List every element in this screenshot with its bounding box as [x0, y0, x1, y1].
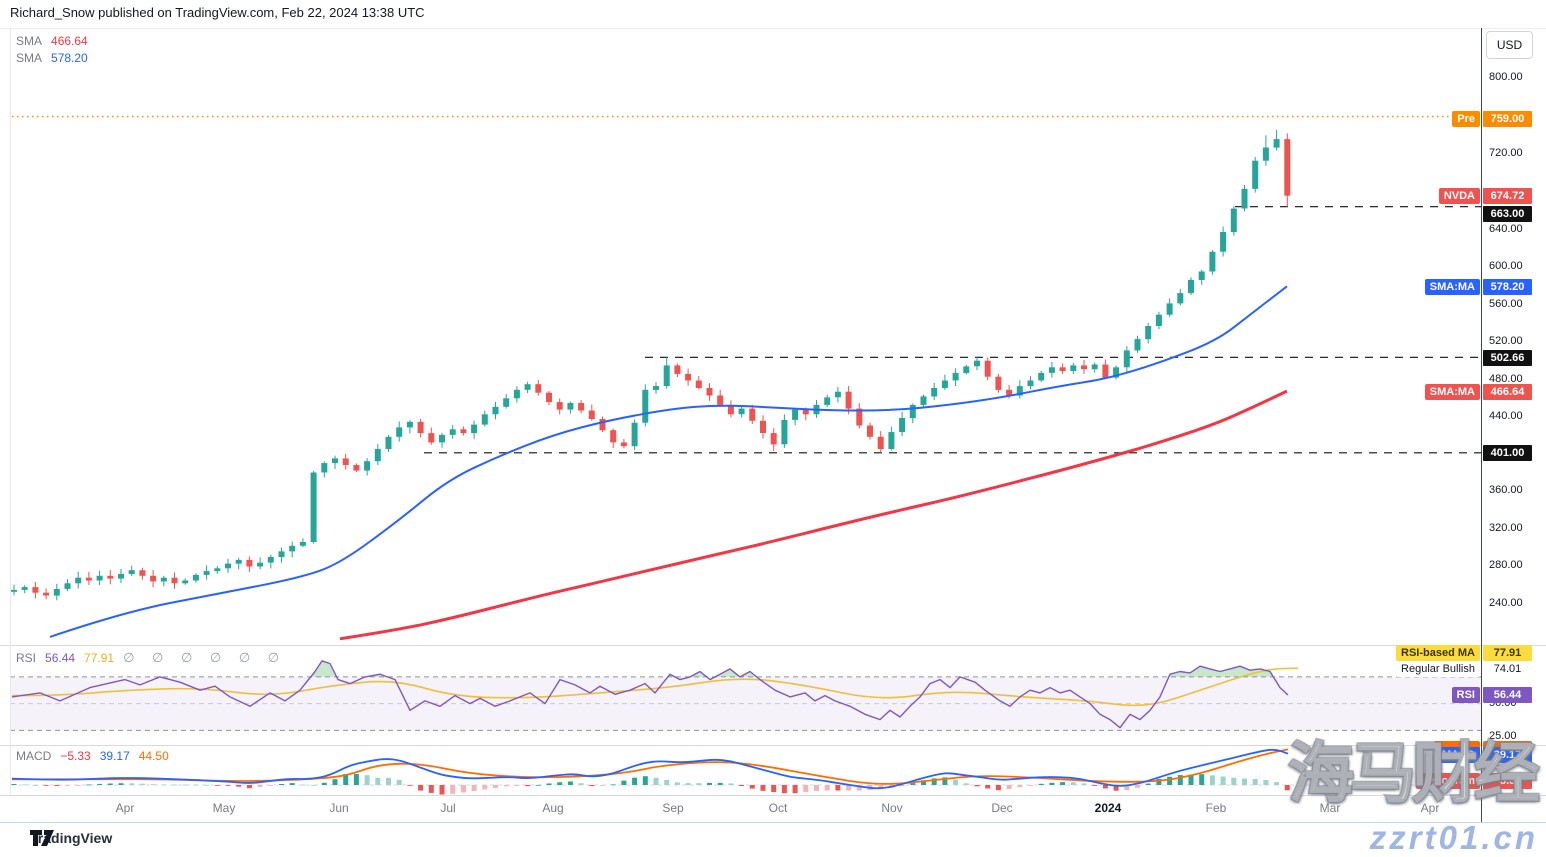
price-tick-600.00: 600.00	[1489, 260, 1523, 272]
time-tick-Jul: Jul	[440, 801, 455, 815]
price-tick-520.00: 520.00	[1489, 335, 1523, 347]
rsi-legend: RSI 56.44 77.91 ∅ ∅ ∅ ∅ ∅ ∅	[16, 650, 286, 666]
macd-hist-legend-value: −5.33	[60, 749, 90, 763]
price-tick-440.00: 440.00	[1489, 410, 1523, 422]
rsi-rsi-tag: RSI	[1452, 687, 1480, 703]
sma50-legend: SMA 578.20	[16, 51, 88, 65]
time-tick-Nov: Nov	[881, 801, 902, 815]
price-tick-800.00: 800.00	[1489, 71, 1523, 83]
price-premarket-tag: Pre	[1452, 111, 1480, 127]
tradingview-chart-page: Richard_Snow published on TradingView.co…	[0, 0, 1546, 857]
price-symbol-nvda-tag: NVDA	[1439, 188, 1480, 204]
time-tick-Aug: Aug	[542, 801, 563, 815]
sma50-legend-label: SMA	[16, 51, 42, 65]
time-tick-Sep: Sep	[662, 801, 683, 815]
rsi-divergence-tag: Regular Bullish	[1396, 661, 1480, 677]
rsi-divergence-value: 74.01	[1483, 661, 1532, 677]
tradingview-brand[interactable]: TradingView	[30, 830, 112, 846]
price-tick-320.00: 320.00	[1489, 522, 1523, 534]
sma200-legend-label: SMA	[16, 34, 42, 48]
time-tick-Oct: Oct	[769, 801, 788, 815]
sma50-legend-value: 578.20	[51, 51, 88, 65]
price-sma200-value: 466.64	[1483, 384, 1532, 400]
price-tick-280.00: 280.00	[1489, 559, 1523, 571]
price-tick-640.00: 640.00	[1489, 223, 1523, 235]
publish-byline: Richard_Snow published on TradingView.co…	[10, 5, 425, 20]
time-tick-Apr: Apr	[116, 801, 135, 815]
rsi-rsi-value: 56.44	[1483, 687, 1532, 703]
watermark-cn: 海马财经	[1288, 740, 1536, 806]
rsi-rsi-based-ma-value: 77.91	[1483, 645, 1532, 661]
time-tick-Dec: Dec	[991, 801, 1012, 815]
macd-line-legend-value: 39.17	[100, 749, 130, 763]
sma200-legend-value: 466.64	[51, 34, 88, 48]
price-tick-720.00: 720.00	[1489, 147, 1523, 159]
currency-button[interactable]: USD	[1486, 31, 1533, 59]
rsi-rsi-based-ma-tag: RSI-based MA	[1396, 645, 1480, 661]
price-level-663-value: 663.00	[1483, 206, 1532, 222]
price-sma50-tag: SMA:MA	[1425, 279, 1480, 295]
price-sma50-value: 578.20	[1483, 279, 1532, 295]
price-tick-240.00: 240.00	[1489, 597, 1523, 609]
tradingview-logo-icon	[30, 830, 54, 850]
price-premarket-value: 759.00	[1483, 111, 1532, 127]
price-level-401-value: 401.00	[1483, 445, 1532, 461]
price-tick-560.00: 560.00	[1489, 298, 1523, 310]
rsi-legend-label: RSI	[16, 651, 36, 665]
watermark-url: zzrt01.cn	[1370, 821, 1538, 854]
time-tick-Feb: Feb	[1206, 801, 1227, 815]
time-tick-2024: 2024	[1095, 801, 1122, 815]
time-tick-Jun: Jun	[329, 801, 348, 815]
macd-pane[interactable]	[10, 745, 1481, 795]
price-pane[interactable]	[10, 28, 1481, 645]
sma200-legend: SMA 466.64	[16, 34, 88, 48]
macd-legend-label: MACD	[16, 749, 51, 763]
price-symbol-nvda-value: 674.72	[1483, 188, 1532, 204]
macd-signal-legend-value: 44.50	[139, 749, 169, 763]
time-tick-May: May	[213, 801, 236, 815]
rsi-ma-legend-value: 77.91	[84, 651, 114, 665]
price-level-502-value: 502.66	[1483, 350, 1532, 366]
rsi-legend-value: 56.44	[45, 651, 75, 665]
price-sma200-tag: SMA:MA	[1425, 384, 1480, 400]
rsi-legend-empty-slots: ∅ ∅ ∅ ∅ ∅ ∅	[123, 650, 286, 666]
price-tick-360.00: 360.00	[1489, 484, 1523, 496]
macd-legend: MACD −5.33 39.17 44.50	[16, 749, 169, 763]
